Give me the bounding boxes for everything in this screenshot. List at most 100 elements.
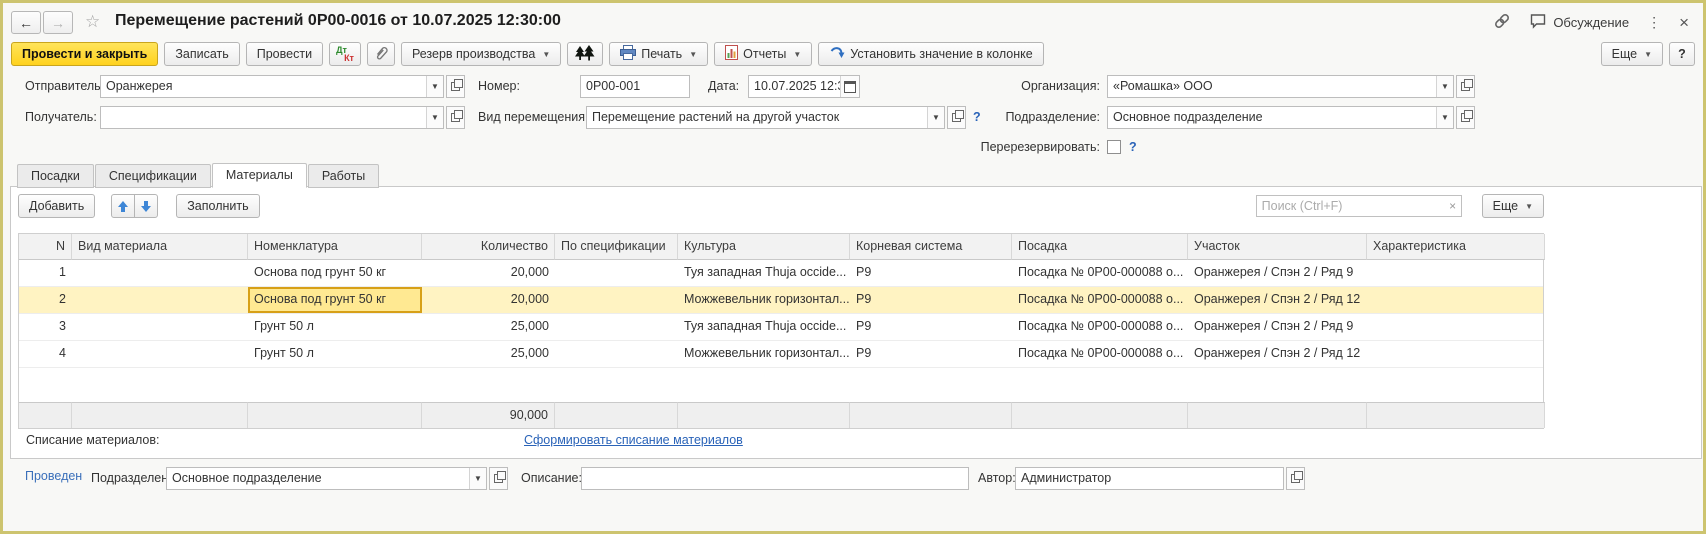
cell-quantity[interactable]: 25,000 (422, 341, 555, 367)
number-field[interactable]: 0Р00-001 (580, 75, 690, 98)
tab-Работы[interactable]: Работы (308, 164, 379, 188)
dtkt-button[interactable]: ДтКт (329, 42, 361, 66)
link-icon[interactable] (1493, 12, 1511, 33)
cell-quantity[interactable]: 25,000 (422, 314, 555, 340)
cell-by_spec[interactable] (555, 287, 678, 313)
write-button[interactable]: Записать (164, 42, 239, 66)
move-up-button[interactable] (111, 194, 135, 218)
column-header-quantity[interactable]: Количество (422, 234, 555, 260)
cell-planting[interactable]: Посадка № 0Р00-000088 о... (1012, 341, 1188, 367)
favorite-star-icon[interactable]: ☆ (85, 12, 100, 32)
column-header-planting[interactable]: Посадка (1012, 234, 1188, 260)
cell-culture[interactable]: Можжевельник горизонтал... (678, 341, 850, 367)
cell-planting[interactable]: Посадка № 0Р00-000088 о... (1012, 287, 1188, 313)
cell-root_system[interactable]: P9 (850, 260, 1012, 286)
cell-nomenclature[interactable]: Грунт 50 л (248, 341, 422, 367)
tab-Материалы[interactable]: Материалы (212, 163, 307, 188)
open-icon[interactable] (1456, 75, 1475, 98)
column-header-characteristic[interactable]: Характеристика (1367, 234, 1545, 260)
column-header-root_system[interactable]: Корневая система (850, 234, 1012, 260)
attachments-button[interactable] (367, 42, 395, 66)
dropdown-icon[interactable]: ▼ (1436, 76, 1453, 97)
cell-by_spec[interactable] (555, 260, 678, 286)
writeoff-link[interactable]: Сформировать списание материалов (524, 433, 743, 447)
cell-root_system[interactable]: P9 (850, 287, 1012, 313)
sender-field[interactable]: Оранжерея▼ (100, 75, 465, 98)
cell-by_spec[interactable] (555, 341, 678, 367)
cell-culture[interactable]: Туя западная Thuja occide... (678, 314, 850, 340)
more-button[interactable]: Еще▼ (1601, 42, 1663, 66)
clear-search-icon[interactable]: × (1445, 199, 1461, 213)
open-icon[interactable] (446, 106, 465, 129)
receiver-field[interactable]: ▼ (100, 106, 465, 129)
calendar-icon[interactable] (840, 76, 859, 97)
cell-root_system[interactable]: P9 (850, 341, 1012, 367)
close-icon[interactable]: × (1679, 16, 1689, 30)
column-header-plot[interactable]: Участок (1188, 234, 1367, 260)
column-header-culture[interactable]: Культура (678, 234, 850, 260)
set-column-value-button[interactable]: Установить значение в колонке (818, 42, 1043, 66)
status-department-field[interactable]: Основное подразделение▼ (166, 467, 508, 490)
cell-n[interactable]: 1 (19, 260, 72, 286)
cell-characteristic[interactable] (1367, 341, 1545, 367)
cell-material_type[interactable] (72, 341, 248, 367)
tab-Посадки[interactable]: Посадки (17, 164, 94, 188)
cell-plot[interactable]: Оранжерея / Спэн 2 / Ряд 9 (1188, 314, 1367, 340)
cell-n[interactable]: 3 (19, 314, 72, 340)
table-row[interactable]: 3 Грунт 50 л25,000 Туя западная Thuja occi… (19, 314, 1543, 341)
table-more-button[interactable]: Еще▼ (1482, 194, 1544, 218)
table-row[interactable]: 4 Грунт 50 л25,000 Можжевельник горизонтал… (19, 341, 1543, 368)
back-button[interactable]: ← (11, 11, 41, 34)
cell-by_spec[interactable] (555, 314, 678, 340)
open-icon[interactable] (446, 75, 465, 98)
dropdown-icon[interactable]: ▼ (469, 468, 486, 489)
rereserve-help[interactable]: ? (1129, 136, 1137, 159)
cell-characteristic[interactable] (1367, 260, 1545, 286)
rereserve-checkbox[interactable] (1107, 140, 1121, 154)
cell-culture[interactable]: Туя западная Thuja occide... (678, 260, 850, 286)
column-header-n[interactable]: N (19, 234, 72, 260)
post-and-close-button[interactable]: Провести и закрыть (11, 42, 158, 66)
cell-nomenclature[interactable]: Основа под грунт 50 кг (248, 287, 422, 313)
author-field[interactable]: Администратор (1015, 467, 1305, 490)
cell-quantity[interactable]: 20,000 (422, 287, 555, 313)
add-row-button[interactable]: Добавить (18, 194, 95, 218)
cell-quantity[interactable]: 20,000 (422, 260, 555, 286)
open-icon[interactable] (1456, 106, 1475, 129)
cell-culture[interactable]: Можжевельник горизонтал... (678, 287, 850, 313)
cell-characteristic[interactable] (1367, 287, 1545, 313)
help-button[interactable]: ? (1669, 42, 1695, 66)
cell-plot[interactable]: Оранжерея / Спэн 2 / Ряд 12 (1188, 287, 1367, 313)
production-reserve-button[interactable]: Резерв производства▼ (401, 42, 561, 66)
cell-nomenclature[interactable]: Основа под грунт 50 кг (248, 260, 422, 286)
cell-planting[interactable]: Посадка № 0Р00-000088 о... (1012, 314, 1188, 340)
cell-n[interactable]: 4 (19, 341, 72, 367)
dropdown-icon[interactable]: ▼ (1436, 107, 1453, 128)
open-icon[interactable] (489, 467, 508, 490)
fill-button[interactable]: Заполнить (176, 194, 259, 218)
cell-nomenclature[interactable]: Грунт 50 л (248, 314, 422, 340)
search-input[interactable] (1257, 199, 1445, 213)
cell-root_system[interactable]: P9 (850, 314, 1012, 340)
dropdown-icon[interactable]: ▼ (927, 107, 944, 128)
more-dots-icon[interactable]: ⋮ (1647, 14, 1661, 31)
date-field[interactable]: 10.07.2025 12:30: (748, 75, 860, 98)
dropdown-icon[interactable]: ▼ (426, 76, 443, 97)
cell-material_type[interactable] (72, 287, 248, 313)
cell-planting[interactable]: Посадка № 0Р00-000088 о... (1012, 260, 1188, 286)
reports-button[interactable]: Отчеты▼ (714, 42, 812, 66)
cell-material_type[interactable] (72, 314, 248, 340)
cell-n[interactable]: 2 (19, 287, 72, 313)
department-field[interactable]: Основное подразделение▼ (1107, 106, 1475, 129)
move-down-button[interactable] (134, 194, 158, 218)
column-header-nomenclature[interactable]: Номенклатура (248, 234, 422, 260)
discussion-button[interactable]: Обсуждение (1529, 13, 1629, 32)
open-icon[interactable] (1286, 467, 1305, 490)
dropdown-icon[interactable]: ▼ (426, 107, 443, 128)
column-header-by_spec[interactable]: По спецификации (555, 234, 678, 260)
movement-type-field[interactable]: Перемещение растений на другой участок▼ (586, 106, 966, 129)
cell-characteristic[interactable] (1367, 314, 1545, 340)
table-row[interactable]: 1 Основа под грунт 50 кг20,000 Туя западна… (19, 260, 1543, 287)
cell-material_type[interactable] (72, 260, 248, 286)
forward-button[interactable]: → (43, 11, 73, 34)
